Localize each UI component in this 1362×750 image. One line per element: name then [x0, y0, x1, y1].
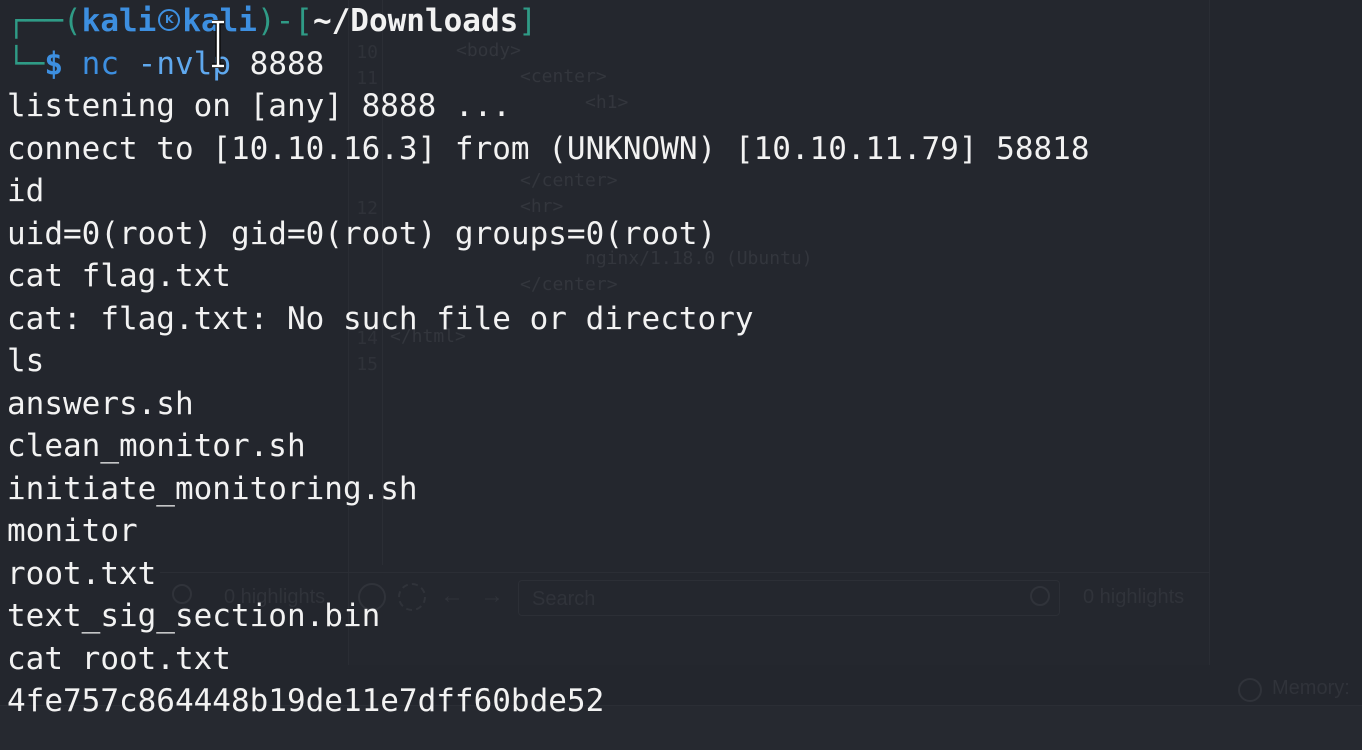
output-line: listening on [any] 8888 ... — [7, 88, 511, 124]
output-line: id — [7, 173, 45, 209]
prompt-separator: )-[ — [256, 3, 313, 39]
info-icon — [1238, 678, 1262, 702]
output-line: cat flag.txt — [7, 258, 231, 294]
prompt-header: ┌──(kalikali)-[~/Downloads] — [7, 0, 1090, 43]
prompt-box-bottom: └─ — [7, 45, 45, 82]
output-line: 4fe757c864448b19de11e7dff60bde52 — [7, 683, 605, 719]
output-line: answers.sh — [7, 385, 194, 422]
ghost-highlights-right: 0 highlights — [1083, 586, 1185, 608]
output-line: root.txt — [7, 555, 157, 592]
terminal-output[interactable]: ┌──(kalikali)-[~/Downloads] └─$ nc -nvlp… — [7, 0, 1090, 723]
command-port: 8888 — [249, 45, 325, 82]
output-line: initiate_monitoring.sh — [7, 470, 418, 507]
kali-dragon-icon — [158, 8, 181, 31]
prompt-cwd: ~/Downloads — [312, 3, 519, 39]
command-program: nc — [81, 45, 119, 82]
command-options: -nvlp — [137, 45, 231, 82]
prompt-command-line: └─$ nc -nvlp 8888 — [7, 43, 1090, 86]
prompt-host: kali — [182, 3, 257, 39]
output-line: cat: flag.txt: No such file or directory — [7, 300, 754, 337]
output-line: cat root.txt — [7, 640, 231, 677]
output-line: text_sig_section.bin — [7, 598, 381, 634]
output-line: clean_monitor.sh — [7, 428, 306, 464]
output-line: ls — [7, 343, 45, 379]
prompt-close-bracket: ] — [518, 3, 537, 39]
prompt-dollar: $ — [44, 45, 63, 82]
prompt-user: kali — [81, 3, 157, 39]
ghost-memory-label: Memory: — [1272, 677, 1350, 699]
output-line: monitor — [7, 513, 138, 549]
output-line: uid=0(root) gid=0(root) groups=0(root) — [7, 215, 717, 252]
prompt-box-top: ┌──( — [7, 3, 82, 39]
output-line: connect to [10.10.16.3] from (UNKNOWN) [… — [7, 130, 1090, 167]
terminal-window[interactable]: 10 11 12 14 15 <body> <center> <h1> </ce… — [0, 0, 1362, 750]
